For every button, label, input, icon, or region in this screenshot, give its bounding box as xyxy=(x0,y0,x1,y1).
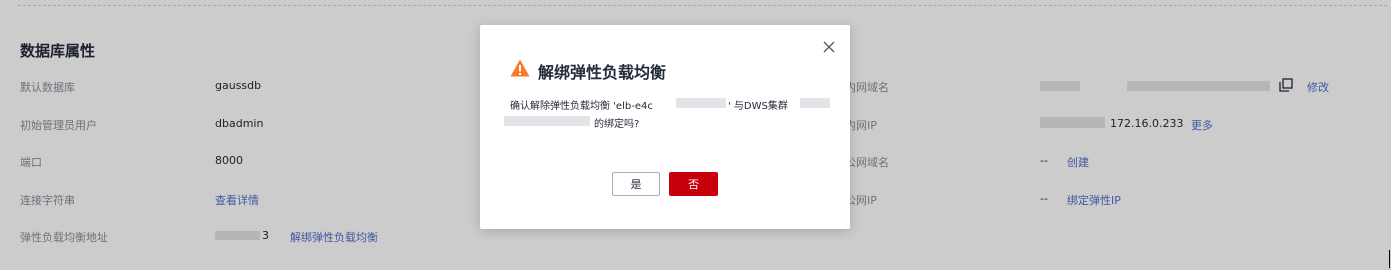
redacted-cluster-name-1 xyxy=(800,98,830,108)
dialog-message-part2: ' 与DWS集群 xyxy=(728,101,788,112)
no-button[interactable]: 否 xyxy=(669,172,718,196)
window-edge-mark xyxy=(1389,250,1390,268)
dialog-title: 解绑弹性负载均衡 xyxy=(538,63,667,82)
redacted-cluster-name-2 xyxy=(504,116,590,126)
unbind-elb-dialog: 解绑弹性负载均衡 确认解除弹性负载均衡 'elb-e4c ' 与DWS集群 的绑… xyxy=(480,25,850,229)
yes-button[interactable]: 是 xyxy=(612,172,660,196)
dialog-message-part1: 确认解除弹性负载均衡 'elb-e4c xyxy=(510,101,653,112)
dialog-message-part3: 的绑定吗? xyxy=(594,119,640,130)
warning-icon xyxy=(510,59,530,77)
close-icon[interactable] xyxy=(822,40,836,54)
redacted-elb-name xyxy=(676,98,726,108)
